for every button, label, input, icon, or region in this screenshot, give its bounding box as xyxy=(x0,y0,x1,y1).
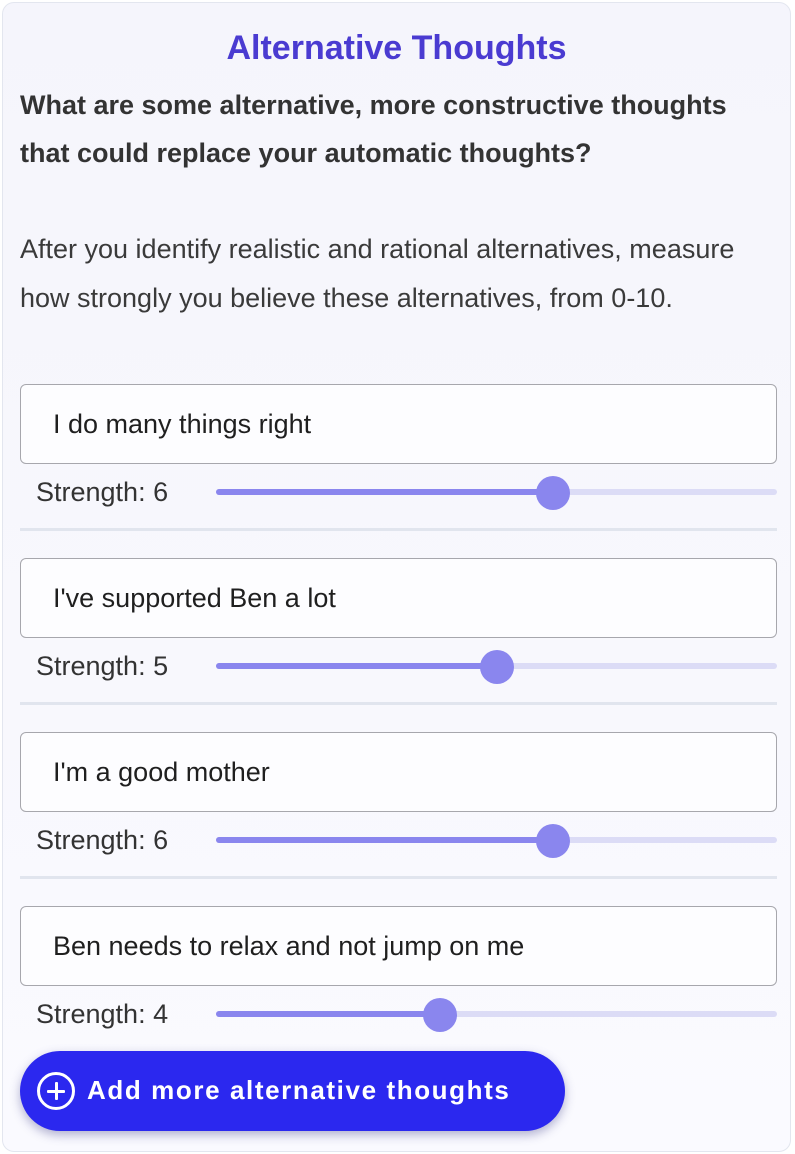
slider-thumb[interactable] xyxy=(536,476,570,510)
divider xyxy=(20,528,777,531)
section-question: What are some alternative, more construc… xyxy=(20,90,727,168)
thought-item: Strength: 5 xyxy=(20,558,777,706)
thought-item: Strength: 4 xyxy=(20,906,777,1054)
strength-slider[interactable] xyxy=(216,998,777,1032)
slider-fill xyxy=(216,1011,440,1017)
strength-slider[interactable] xyxy=(216,824,777,858)
add-alternative-thought-button[interactable]: Add more alternative thoughts xyxy=(20,1051,565,1131)
slider-fill xyxy=(216,663,497,669)
section-instructions: After you identify realistic and rationa… xyxy=(20,234,735,313)
strength-label: Strength: 4 xyxy=(36,999,169,1029)
slider-thumb[interactable] xyxy=(423,998,457,1032)
thought-input[interactable] xyxy=(20,906,777,986)
strength-slider[interactable] xyxy=(216,650,777,684)
section-title: Alternative Thoughts xyxy=(226,29,567,67)
slider-thumb[interactable] xyxy=(536,824,570,858)
strength-slider[interactable] xyxy=(216,476,777,510)
thought-input[interactable] xyxy=(20,384,777,464)
strength-label: Strength: 5 xyxy=(36,651,169,681)
thought-item: Strength: 6 xyxy=(20,384,777,532)
divider xyxy=(20,702,777,705)
slider-thumb[interactable] xyxy=(480,650,514,684)
thought-input[interactable] xyxy=(20,732,777,812)
plus-circle-icon xyxy=(37,1072,75,1110)
alternative-thoughts-card: Alternative Thoughts What are some alter… xyxy=(2,2,791,1152)
thought-input[interactable] xyxy=(20,558,777,638)
slider-fill xyxy=(216,489,553,495)
thought-item: Strength: 6 xyxy=(20,732,777,880)
add-button-label: Add more alternative thoughts xyxy=(87,1075,511,1105)
slider-fill xyxy=(216,837,553,843)
strength-label: Strength: 6 xyxy=(36,477,169,507)
divider xyxy=(20,876,777,879)
strength-label: Strength: 6 xyxy=(36,825,169,855)
